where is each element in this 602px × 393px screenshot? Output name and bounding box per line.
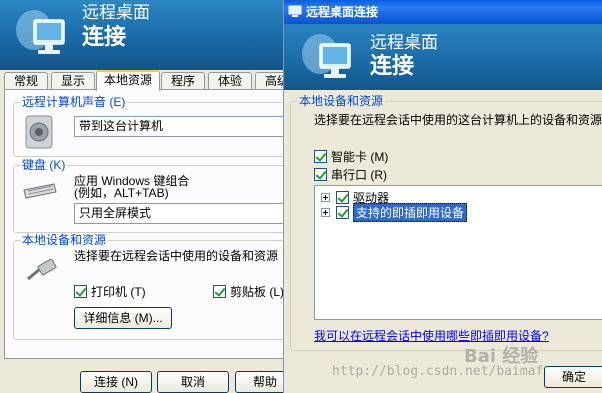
- serial-port-checkbox[interactable]: 串行口 (R): [314, 166, 387, 183]
- clipboard-checkbox[interactable]: 剪贴板 (L): [213, 283, 283, 300]
- banner-title-line2: 连接: [82, 25, 127, 50]
- printer-checkbox-label: 打印机 (T): [91, 285, 146, 299]
- keyboard-icon: [23, 183, 57, 199]
- tab-advanced[interactable]: 高级: [255, 72, 283, 90]
- smartcard-checkbox-box[interactable]: [314, 150, 327, 163]
- expand-pnp-icon[interactable]: [321, 207, 330, 217]
- sound-group: 远程计算机声音 (E) 带到这台计算机: [13, 95, 283, 157]
- help-button[interactable]: 帮助: [235, 371, 283, 393]
- tab-bar: 常规 显示 本地资源 程序 体验 高级: [4, 70, 283, 91]
- local-devices-desc: 选择要在远程会话中使用的这台计算机上的设备和资源: [314, 113, 602, 127]
- connect-button[interactable]: 连接 (N): [80, 371, 152, 393]
- devices-group-legend: 本地设备和资源: [20, 233, 109, 247]
- serial-port-checkbox-box[interactable]: [314, 168, 327, 181]
- details-button[interactable]: 详细信息 (M)...: [74, 307, 172, 329]
- title-bar: 远程桌面连接: [284, 0, 602, 24]
- sound-group-legend: 远程计算机声音 (E): [20, 95, 128, 109]
- pnp-checkbox-box[interactable]: [336, 205, 349, 219]
- clipboard-checkbox-box[interactable]: [213, 285, 226, 298]
- usb-plug-icon: [27, 259, 57, 281]
- keyboard-desc-line2: (例如，ALT+TAB): [74, 186, 169, 200]
- banner: 远程桌面 连接: [284, 24, 602, 90]
- banner-title-line1: 远程桌面: [370, 33, 438, 53]
- sound-select[interactable]: 带到这台计算机: [74, 116, 283, 137]
- expand-drives-icon[interactable]: [321, 192, 330, 202]
- tab-display[interactable]: 显示: [51, 72, 95, 90]
- devices-desc: 选择要在远程会话中使用的设备和资源: [74, 249, 279, 263]
- banner: 远程桌面 连接: [0, 0, 283, 70]
- local-devices-group-legend: 本地设备和资源: [297, 94, 386, 108]
- remote-desktop-logo-icon: [302, 34, 351, 78]
- remote-desktop-logo-icon: [16, 10, 65, 54]
- serial-port-checkbox-label: 串行口 (R): [331, 168, 387, 182]
- local-devices-dialog: 远程桌面连接 远程桌面 连接 本地设备和资源 选择要在远程会话中使用的这台计算机…: [283, 0, 602, 393]
- printer-checkbox[interactable]: 打印机 (T): [74, 283, 146, 300]
- tab-panel: 远程计算机声音 (E) 带到这台计算机 键盘 (K) 应用 Windows 键组…: [4, 89, 283, 359]
- devices-group: 本地设备和资源 选择要在远程会话中使用的设备和资源 打印机 (T) 剪贴板 (L…: [13, 233, 283, 340]
- keyboard-select[interactable]: 只用全屏模式: [74, 203, 283, 224]
- options-dialog: 远程桌面 连接 常规 显示 本地资源 程序 体验 高级 远程计算机声音 (E) …: [0, 0, 283, 393]
- tab-local-resources[interactable]: 本地资源: [96, 70, 160, 91]
- speaker-icon: [25, 115, 53, 149]
- banner-title-line1: 远程桌面: [82, 3, 150, 23]
- smartcard-checkbox[interactable]: 智能卡 (M): [314, 148, 388, 165]
- tab-general[interactable]: 常规: [4, 72, 48, 90]
- printer-checkbox-box[interactable]: [74, 285, 87, 298]
- tab-experience[interactable]: 体验: [208, 72, 252, 90]
- banner-title-line2: 连接: [370, 54, 415, 79]
- smartcard-checkbox-label: 智能卡 (M): [331, 150, 389, 164]
- clipboard-checkbox-label: 剪贴板 (L): [230, 285, 283, 299]
- watermark-url: http://blog.csdn.net/baimafq: [332, 364, 552, 379]
- ok-button[interactable]: 确定: [544, 366, 602, 388]
- window-title: 远程桌面连接: [306, 5, 379, 19]
- device-tree[interactable]: 驱动器 支持的即插即用设备: [314, 185, 602, 320]
- tree-item-pnp-devices[interactable]: 支持的即插即用设备: [321, 202, 468, 222]
- drives-checkbox-box[interactable]: [336, 190, 349, 204]
- keyboard-group: 键盘 (K) 应用 Windows 键组合 (例如，ALT+TAB) 只用全屏模…: [13, 158, 283, 233]
- remote-desktop-small-icon: [288, 5, 302, 17]
- tab-programs[interactable]: 程序: [161, 72, 205, 90]
- tree-item-pnp-label: 支持的即插即用设备: [353, 202, 468, 222]
- keyboard-group-legend: 键盘 (K): [20, 158, 68, 172]
- cancel-button[interactable]: 取消: [157, 371, 229, 393]
